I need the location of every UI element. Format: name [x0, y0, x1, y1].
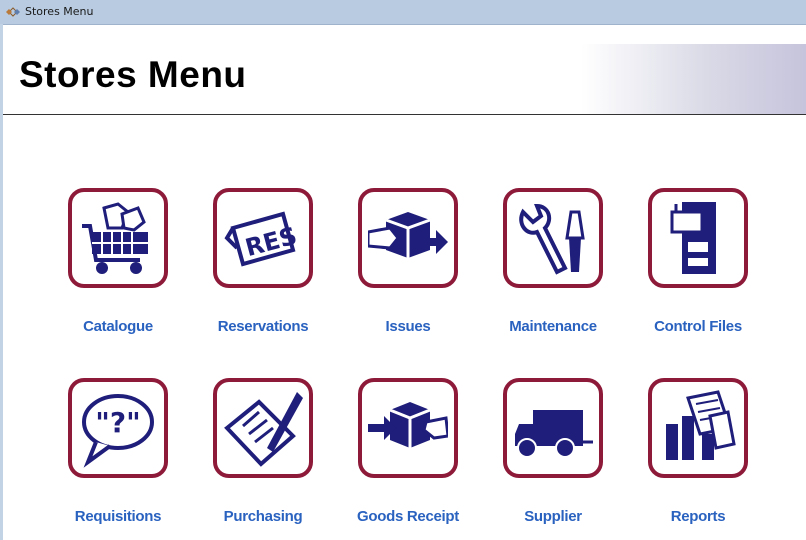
reservations-button[interactable]: RES: [213, 188, 313, 288]
form-pen-icon: [224, 392, 303, 467]
control-files-button[interactable]: [648, 188, 748, 288]
reports-label[interactable]: Reports: [623, 508, 773, 525]
goods-receipt-label[interactable]: Goods Receipt: [333, 508, 483, 525]
maintenance-label[interactable]: Maintenance: [478, 318, 628, 335]
control-files-label[interactable]: Control Files: [623, 318, 773, 335]
box-hand-in-icon: [368, 402, 448, 448]
goods-receipt-button[interactable]: [358, 378, 458, 478]
purchasing-button[interactable]: [213, 378, 313, 478]
shopping-cart-icon: [82, 202, 148, 274]
window-title: Stores Menu: [25, 5, 94, 18]
supplier-button[interactable]: [503, 378, 603, 478]
reports-documents-icon: [666, 390, 736, 460]
requisitions-label[interactable]: Requisitions: [43, 508, 193, 525]
supplier-label[interactable]: Supplier: [478, 508, 628, 525]
catalogue-label[interactable]: Catalogue: [43, 318, 193, 335]
purchasing-label[interactable]: Purchasing: [188, 508, 338, 525]
res-ticket-icon: RES: [224, 211, 300, 267]
catalogue-button[interactable]: [68, 188, 168, 288]
reservations-label[interactable]: Reservations: [188, 318, 338, 335]
stores-diamond-icon: [6, 7, 20, 17]
delivery-truck-icon: [515, 410, 593, 458]
issues-label[interactable]: Issues: [333, 318, 483, 335]
page-title: Stores Menu: [19, 54, 247, 95]
file-cabinet-icon: [670, 202, 716, 274]
maintenance-button[interactable]: [503, 188, 603, 288]
window-titlebar[interactable]: Stores Menu: [0, 0, 806, 25]
wrench-screwdriver-icon: [519, 203, 585, 275]
requisitions-button[interactable]: "?": [68, 378, 168, 478]
speech-bubble-question-icon: "?": [82, 394, 154, 468]
page-header: Stores Menu: [3, 44, 806, 115]
issues-button[interactable]: [358, 188, 458, 288]
box-hand-out-icon: [368, 212, 448, 258]
svg-text:"?": "?": [95, 406, 140, 439]
reports-button[interactable]: [648, 378, 748, 478]
